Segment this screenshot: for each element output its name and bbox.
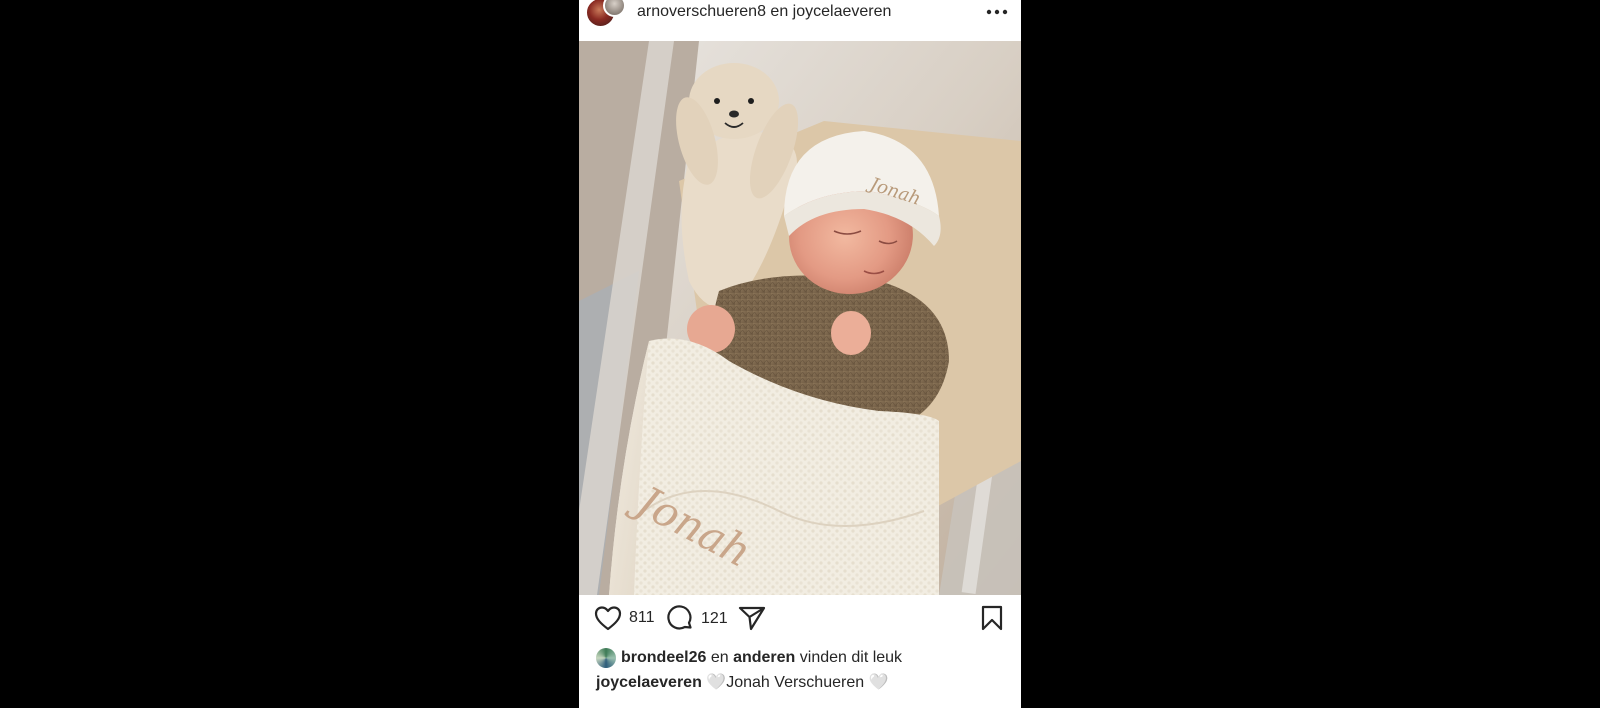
comment-icon <box>667 605 692 630</box>
likes-conjunction: en <box>710 649 729 666</box>
bookmark-icon <box>981 605 1003 631</box>
collab-avatars[interactable] <box>586 0 626 30</box>
first-liker-link[interactable]: brondeel26 <box>621 649 706 667</box>
others-link[interactable]: anderen <box>733 649 795 667</box>
avatar-secondary[interactable] <box>603 0 626 17</box>
comment-button[interactable]: 121 <box>667 605 728 632</box>
post-authors: arnoverschueren8 en joycelaeveren <box>637 2 891 22</box>
instagram-post: arnoverschueren8 en joycelaeveren Jonah … <box>579 0 1021 708</box>
more-horizontal-icon <box>986 9 1008 15</box>
author-link-1[interactable]: arnoverschueren8 <box>637 3 766 20</box>
caption-text: 🤍Jonah Verschueren 🤍 <box>706 674 889 691</box>
author-link-2[interactable]: joycelaeveren <box>793 3 892 20</box>
likes-suffix: vinden dit leuk <box>799 649 903 666</box>
heart-icon <box>594 606 622 631</box>
post-header: arnoverschueren8 en joycelaeveren <box>579 0 1021 42</box>
share-button[interactable] <box>738 605 766 631</box>
send-icon <box>738 606 766 631</box>
save-button[interactable] <box>981 605 1003 631</box>
authors-conjunction: en <box>770 3 789 20</box>
like-count[interactable]: 811 <box>629 609 655 627</box>
action-bar: 811 121 <box>579 595 1021 645</box>
avatar[interactable] <box>596 648 616 668</box>
caption: joycelaeveren 🤍Jonah Verschueren 🤍 <box>596 672 888 692</box>
likes-summary: brondeel26 en anderen vinden dit leuk <box>596 648 902 668</box>
more-options-button[interactable] <box>984 1 1010 23</box>
caption-author-link[interactable]: joycelaeveren <box>596 674 702 691</box>
comment-count[interactable]: 121 <box>701 610 728 628</box>
newborn-photo: Jonah Jonah <box>579 41 1021 595</box>
like-button[interactable]: 811 <box>594 605 655 631</box>
post-photo[interactable]: Jonah Jonah <box>579 41 1021 595</box>
